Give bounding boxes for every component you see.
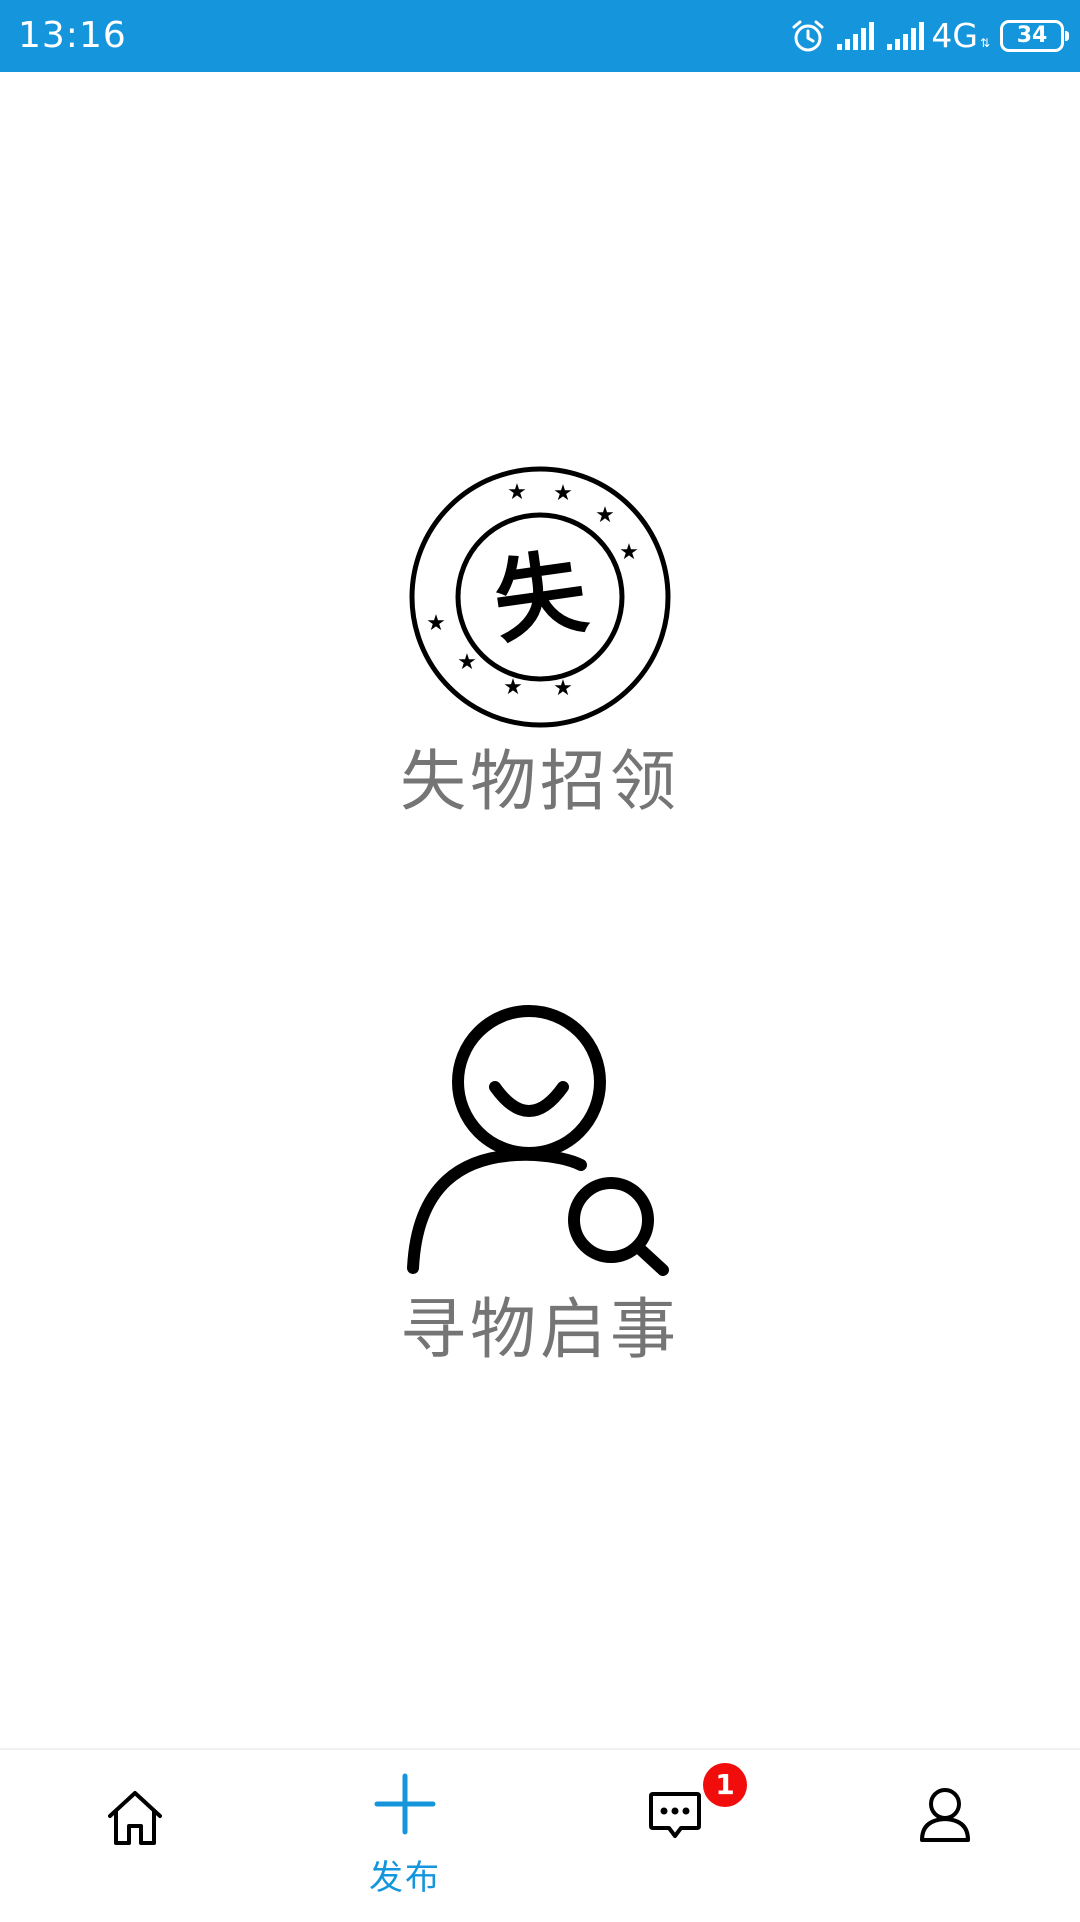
person-search-icon <box>407 1005 669 1276</box>
svg-text:★: ★ <box>595 503 615 528</box>
alarm-icon <box>792 20 824 52</box>
tab-profile[interactable] <box>810 1750 1080 1922</box>
signal-icon <box>887 22 925 50</box>
plus-icon <box>374 1773 436 1835</box>
lost-found-option[interactable]: ★ ★ ★ ★ ★ ★ ★ ★ 失 失物招领 <box>340 462 740 822</box>
battery-icon: 34 <box>1000 20 1069 52</box>
status-icons: 4G ⇅ 34 <box>779 14 1069 58</box>
stamp-char: 失 <box>487 538 594 657</box>
user-icon <box>920 1788 970 1842</box>
tab-messages[interactable] <box>540 1750 810 1922</box>
svg-text:★: ★ <box>553 676 573 701</box>
status-time: 13:16 <box>18 15 127 56</box>
data-arrows-icon: ⇅ <box>979 36 990 50</box>
search-notice-label: 寻物启事 <box>400 1291 680 1368</box>
svg-text:★: ★ <box>507 480 527 505</box>
svg-text:★: ★ <box>553 481 573 506</box>
message-badge: 1 <box>703 1763 747 1807</box>
tab-publish[interactable]: 发布 <box>270 1750 540 1922</box>
lost-found-label: 失物招领 <box>400 743 680 820</box>
status-bar: 13:16 4G ⇅ 34 <box>0 0 1080 72</box>
svg-text:★: ★ <box>503 675 523 700</box>
message-icon <box>649 1792 701 1838</box>
signal-icon <box>837 22 875 50</box>
svg-text:★: ★ <box>619 540 639 565</box>
svg-text:★: ★ <box>457 650 477 675</box>
svg-text:★: ★ <box>426 611 446 636</box>
network-type: 4G <box>931 16 978 55</box>
tab-home[interactable] <box>0 1750 270 1922</box>
bottom-tab-bar: 发布 <box>0 1748 1080 1922</box>
tab-publish-label: 发布 <box>369 1858 441 1898</box>
search-notice-option[interactable]: 寻物启事 <box>340 1000 740 1370</box>
home-icon <box>108 1791 162 1845</box>
lost-stamp-icon: ★ ★ ★ ★ ★ ★ ★ ★ 失 <box>409 466 671 728</box>
